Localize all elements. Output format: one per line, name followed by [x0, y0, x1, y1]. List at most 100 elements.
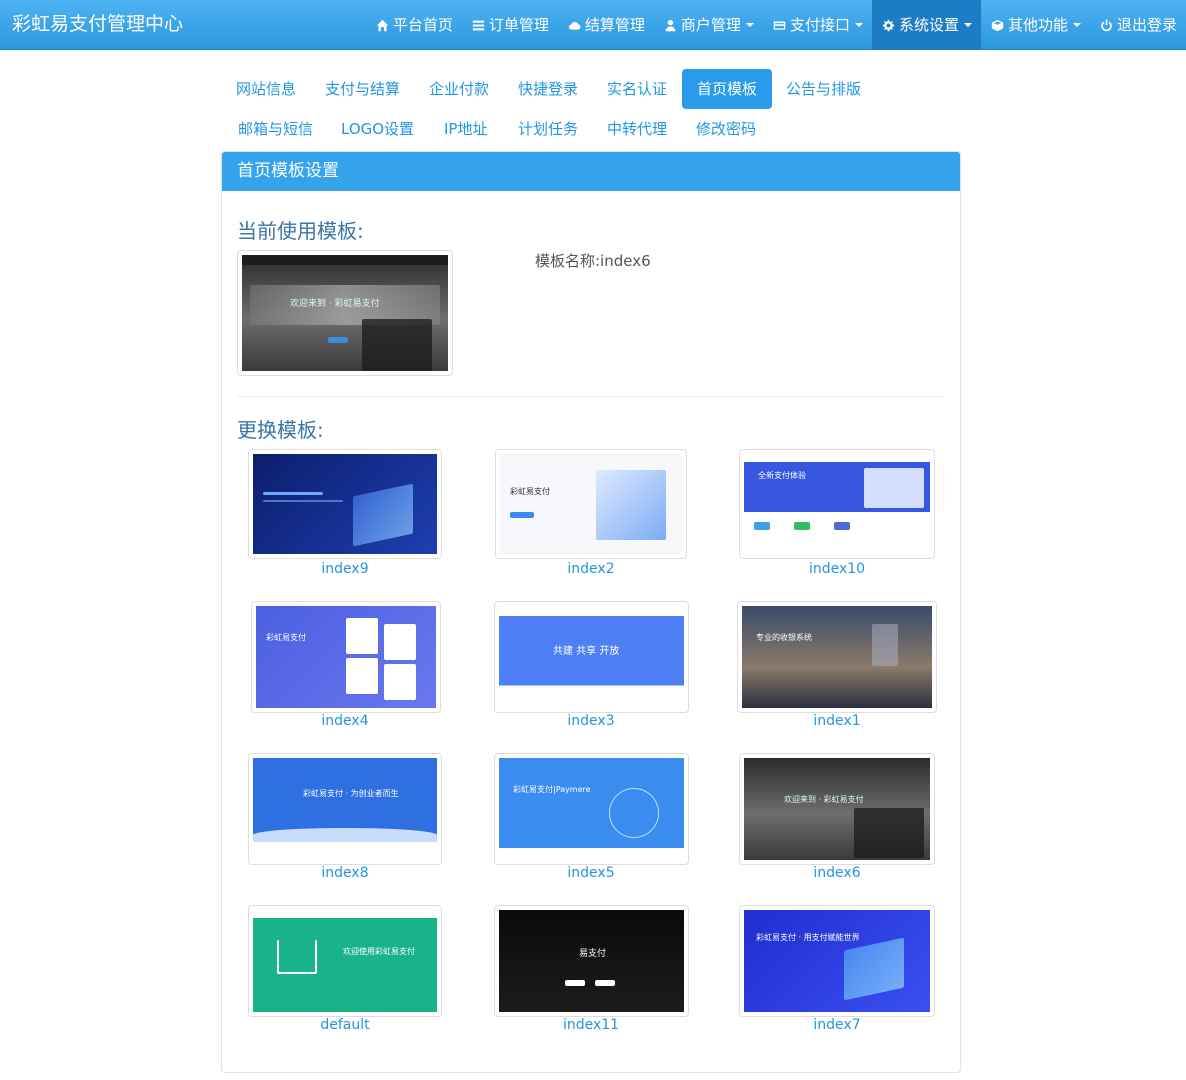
nav-system-settings-label: 系统设置 — [898, 16, 959, 34]
nav-payment-api[interactable]: 支付接口 — [763, 0, 872, 50]
template-banner-index1: 专业的收银系统 — [756, 633, 812, 642]
template-name-index10[interactable]: index10 — [737, 561, 937, 577]
template-thumb-index9[interactable] — [248, 449, 442, 559]
tab-site-info[interactable]: 网站信息 — [221, 69, 311, 109]
preview-illustration — [596, 470, 666, 540]
chevron-down-icon — [745, 23, 754, 27]
preview-illustration — [353, 483, 413, 547]
template-name-index9[interactable]: index9 — [245, 561, 445, 577]
chevron-down-icon — [1072, 23, 1081, 27]
preview-line — [263, 492, 323, 495]
preview-phone — [872, 624, 898, 666]
preview-logo — [834, 522, 850, 530]
template-thumb-default[interactable]: 欢迎使用彩虹易支付 — [248, 905, 442, 1017]
template-banner-index8: 彩虹易支付 · 为创业者而生 — [303, 789, 399, 798]
nav-merchants[interactable]: 商户管理 — [654, 0, 763, 50]
chevron-down-icon — [963, 23, 972, 27]
tab-logo[interactable]: LOGO设置 — [326, 109, 429, 149]
chevron-down-icon — [854, 23, 863, 27]
template-name-index4[interactable]: index4 — [245, 713, 445, 729]
list-icon — [471, 18, 486, 33]
template-thumb-index2[interactable]: 彩虹易支付 — [495, 449, 687, 559]
template-banner-default: 欢迎使用彩虹易支付 — [343, 947, 415, 956]
section-divider — [237, 396, 945, 397]
template-name-index5[interactable]: index5 — [491, 865, 691, 881]
panel-title: 首页模板设置 — [222, 152, 960, 191]
nav-logout-label: 退出登录 — [1116, 16, 1177, 34]
template-name-index11[interactable]: index11 — [491, 1017, 691, 1033]
template-banner-index11: 易支付 — [579, 949, 607, 959]
tab-enterprise-payment[interactable]: 企业付款 — [414, 69, 504, 109]
nav-home[interactable]: 平台首页 — [366, 0, 462, 50]
change-template-title: 更换模板: — [237, 418, 324, 442]
current-template-banner: 欢迎来到 · 彩虹易支付 — [290, 299, 380, 309]
preview-orbit — [609, 788, 659, 838]
template-name-index6[interactable]: index6 — [737, 865, 937, 881]
preview-wave — [253, 828, 437, 842]
top-navbar: 彩虹易支付管理中心 平台首页 订单管理 结算管理 商户管理 支付接口 系统设置 — [0, 0, 1186, 50]
tab-real-name[interactable]: 实名认证 — [592, 69, 682, 109]
tab-proxy[interactable]: 中转代理 — [592, 109, 682, 149]
cloud-icon — [567, 18, 582, 33]
user-icon — [663, 18, 678, 33]
template-thumb-index7[interactable]: 彩虹易支付 · 用支付赋能世界 — [739, 905, 935, 1017]
nav-system-settings[interactable]: 系统设置 — [871, 0, 981, 50]
nav-other-label: 其他功能 — [1007, 16, 1068, 34]
template-thumb-index11[interactable]: 易支付 — [494, 905, 689, 1017]
template-name-index7[interactable]: index7 — [737, 1017, 937, 1033]
template-thumb-index5[interactable]: 彩虹易支付|Paymere — [494, 753, 689, 865]
template-thumb-index10[interactable]: 全新支付体验 — [739, 449, 935, 559]
brand-title[interactable]: 彩虹易支付管理中心 — [12, 0, 183, 50]
template-thumb-index6[interactable]: 欢迎来到 · 彩虹易支付 — [739, 753, 935, 865]
template-thumb-index3[interactable]: 共建 共享 开放 — [494, 601, 689, 713]
nav-logout[interactable]: 退出登录 — [1090, 0, 1186, 50]
nav-settlement-label: 结算管理 — [584, 16, 645, 34]
home-icon — [375, 18, 390, 33]
template-name-index2[interactable]: index2 — [491, 561, 691, 577]
nav-home-label: 平台首页 — [392, 16, 453, 34]
tab-change-password[interactable]: 修改密码 — [681, 109, 771, 149]
tab-email-sms[interactable]: 邮箱与短信 — [223, 109, 328, 149]
nav-settlement[interactable]: 结算管理 — [558, 0, 654, 50]
current-template-title: 当前使用模板: — [237, 219, 364, 243]
tab-ip[interactable]: IP地址 — [429, 109, 502, 149]
template-name-index1[interactable]: index1 — [737, 713, 937, 729]
template-name-default[interactable]: default — [245, 1017, 445, 1033]
preview-figures — [854, 808, 924, 858]
cube-icon — [990, 18, 1005, 33]
tab-cron[interactable]: 计划任务 — [503, 109, 593, 149]
template-thumb-index4[interactable]: 彩虹易支付 — [251, 601, 441, 713]
preview-card — [346, 658, 378, 694]
template-thumb-index1[interactable]: 专业的收银系统 — [737, 601, 937, 713]
tab-quick-login[interactable]: 快捷登录 — [503, 69, 593, 109]
template-banner-index10: 全新支付体验 — [758, 471, 806, 480]
preview-topbar — [242, 255, 448, 265]
template-thumb-index8[interactable]: 彩虹易支付 · 为创业者而生 — [248, 753, 442, 865]
template-banner-index7: 彩虹易支付 · 用支付赋能世界 — [756, 933, 860, 942]
tab-home-template[interactable]: 首页模板 — [682, 69, 773, 109]
template-banner-index6: 欢迎来到 · 彩虹易支付 — [784, 795, 864, 804]
current-template-name: 模板名称:index6 — [535, 252, 651, 270]
template-name-index8[interactable]: index8 — [245, 865, 445, 881]
preview-cart — [277, 940, 317, 974]
preview-illustration — [844, 937, 904, 1001]
nav-payment-api-label: 支付接口 — [789, 16, 850, 34]
preview-card — [384, 624, 416, 660]
preview-laptop — [864, 468, 924, 508]
gear-icon — [881, 18, 896, 33]
template-banner-index2: 彩虹易支付 — [510, 487, 550, 496]
preview-card — [346, 618, 378, 654]
power-icon — [1099, 18, 1114, 33]
nav-orders[interactable]: 订单管理 — [462, 0, 558, 50]
template-banner-index4: 彩虹易支付 — [266, 633, 306, 642]
tab-notice-layout[interactable]: 公告与排版 — [771, 69, 876, 109]
template-name-index3[interactable]: index3 — [491, 713, 691, 729]
preview-button — [565, 980, 585, 986]
current-template-preview: 欢迎来到 · 彩虹易支付 — [237, 250, 453, 376]
tab-payment-settlement[interactable]: 支付与结算 — [310, 69, 415, 109]
template-banner-index3: 共建 共享 开放 — [553, 646, 620, 657]
template-settings-panel: 首页模板设置 当前使用模板: 欢迎来到 · 彩虹易支付 模板名称:index6 … — [221, 151, 961, 1073]
nav-orders-label: 订单管理 — [488, 16, 549, 34]
preview-card — [384, 664, 416, 700]
nav-other[interactable]: 其他功能 — [981, 0, 1090, 50]
